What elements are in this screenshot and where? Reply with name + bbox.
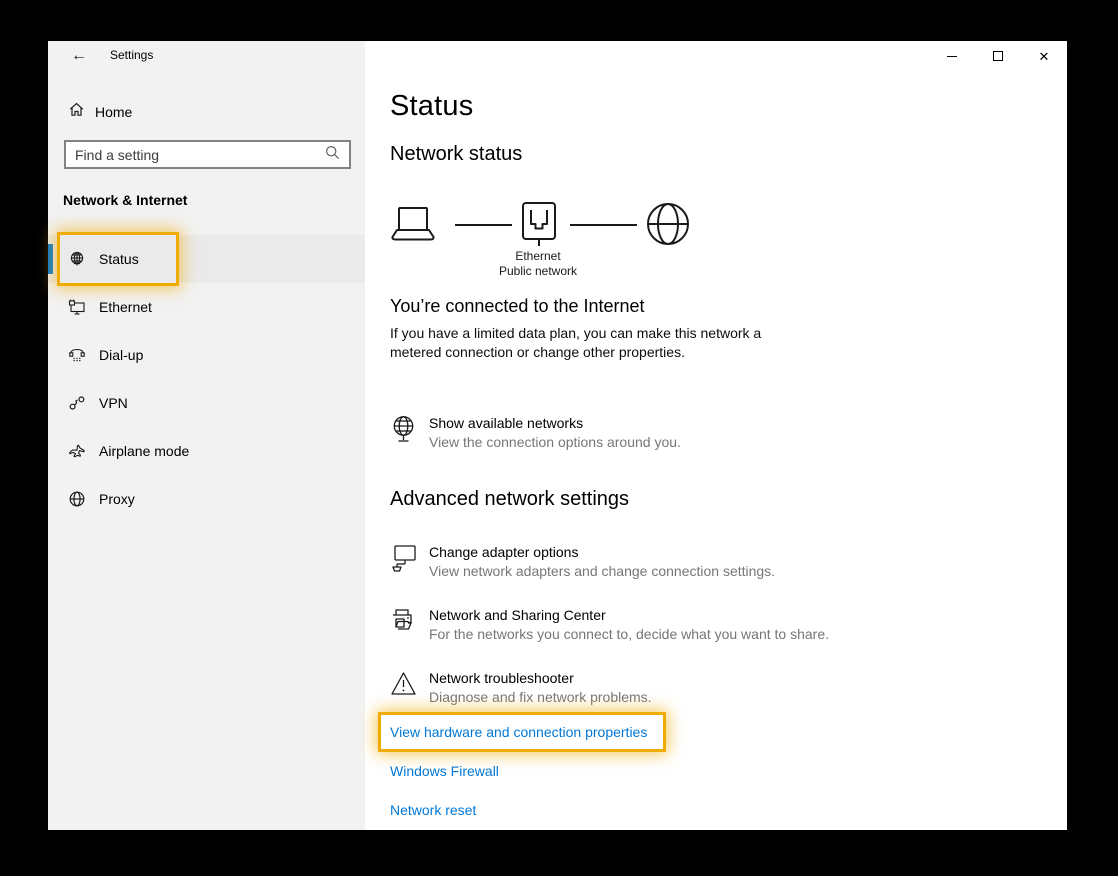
feature-title: Show available networks [429,415,681,431]
adapter-options-icon [390,544,417,579]
network-troubleshooter[interactable]: Network troubleshooter Diagnose and fix … [390,670,652,705]
connected-body: If you have a limited data plan, you can… [390,324,762,362]
available-networks-icon [390,415,417,450]
feature-text: Network and Sharing Center For the netwo… [429,607,829,642]
network-reset-link[interactable]: Network reset [390,802,476,818]
advanced-settings-heading: Advanced network settings [390,488,629,511]
change-adapter-options[interactable]: Change adapter options View network adap… [390,544,775,579]
window-controls: ✕ [929,41,1067,71]
network-sharing-center[interactable]: Network and Sharing Center For the netwo… [390,607,829,642]
back-arrow-icon: ← [71,47,87,65]
sidebar-item-vpn[interactable]: VPN [48,379,365,427]
window-title: Settings [110,48,153,62]
feature-subtitle: Diagnose and fix network problems. [429,689,652,705]
screenshot-root: { "window": { "title": "Settings", "cont… [0,0,1118,876]
network-type: Public network [478,264,598,278]
minimize-icon [947,56,957,57]
sidebar-item-label: Proxy [99,491,135,507]
connection-name: Ethernet [478,249,598,263]
close-button[interactable]: ✕ [1021,41,1067,71]
sharing-center-icon [390,607,417,642]
sidebar-item-home[interactable]: Home [48,96,365,128]
connected-heading: You’re connected to the Internet [390,296,645,317]
main-content: ✕ Status Network status [365,41,1067,830]
ethernet-port-icon [518,201,560,252]
sidebar-item-label: Dial-up [99,347,143,363]
vpn-icon [68,394,86,412]
show-available-networks[interactable]: Show available networks View the connect… [390,415,681,450]
troubleshooter-warning-icon [390,670,417,705]
home-label: Home [95,104,132,120]
airplane-mode-icon [68,442,86,460]
minimize-button[interactable] [929,41,975,71]
sidebar-section-title: Network & Internet [63,192,187,208]
feature-text: Network troubleshooter Diagnose and fix … [429,670,652,705]
home-icon [68,101,85,123]
selected-accent-bar [48,244,53,274]
connector-line [570,224,637,226]
sidebar-item-label: Airplane mode [99,443,189,459]
search-icon [325,145,340,165]
feature-subtitle: View the connection options around you. [429,434,681,450]
connector-line [455,224,512,226]
sidebar-item-label: Ethernet [99,299,152,315]
maximize-button[interactable] [975,41,1021,71]
sidebar-item-proxy[interactable]: Proxy [48,475,365,523]
sidebar-item-ethernet[interactable]: Ethernet [48,283,365,331]
search-box [64,140,351,169]
internet-globe-icon [645,201,691,252]
feature-title: Network and Sharing Center [429,607,829,623]
back-button[interactable]: ← [64,43,94,69]
feature-subtitle: For the networks you connect to, decide … [429,626,829,642]
windows-firewall-link[interactable]: Windows Firewall [390,763,499,779]
feature-title: Network troubleshooter [429,670,652,686]
close-icon: ✕ [1039,50,1050,63]
feature-text: Change adapter options View network adap… [429,544,775,579]
ethernet-icon [68,298,86,316]
sidebar-nav: Status Ethernet [48,235,365,523]
proxy-icon [68,490,86,508]
dialup-icon [68,346,86,364]
settings-window: ← Settings Home Network & Internet [48,41,1067,830]
feature-text: Show available networks View the connect… [429,415,681,450]
sidebar-item-dialup[interactable]: Dial-up [48,331,365,379]
sidebar-item-label: VPN [99,395,128,411]
status-icon [68,250,86,268]
page-title: Status [390,90,473,123]
sidebar: ← Settings Home Network & Internet [48,41,365,830]
view-hardware-properties-link[interactable]: View hardware and connection properties [390,724,647,740]
feature-subtitle: View network adapters and change connect… [429,563,775,579]
search-input[interactable] [66,147,325,163]
network-diagram: Ethernet Public network [388,199,698,283]
feature-title: Change adapter options [429,544,775,560]
sidebar-item-label: Status [99,251,139,267]
sidebar-item-status[interactable]: Status [48,235,365,283]
sidebar-item-airplane[interactable]: Airplane mode [48,427,365,475]
laptop-icon [388,205,438,250]
maximize-icon [993,51,1003,61]
network-status-heading: Network status [390,143,522,166]
